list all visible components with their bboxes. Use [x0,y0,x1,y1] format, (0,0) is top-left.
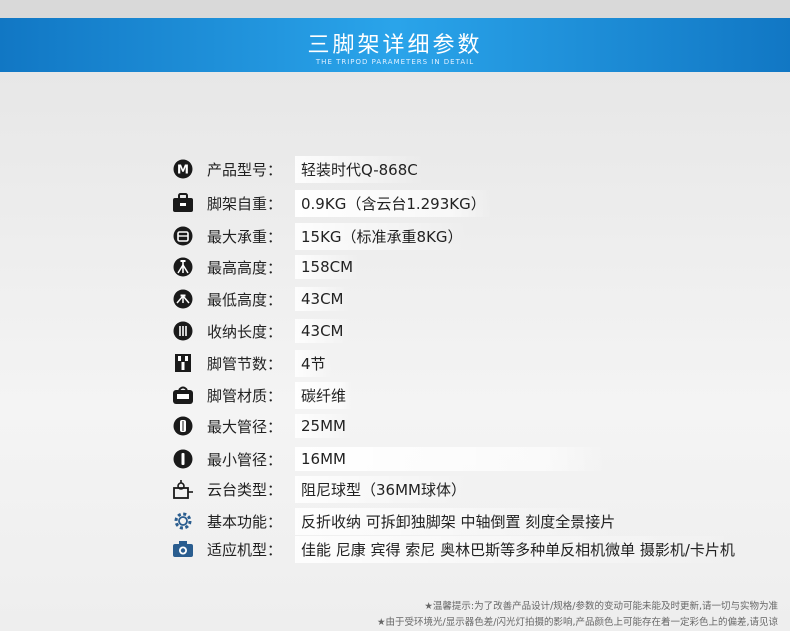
spec-value: 轻装时代Q-868C [295,155,424,183]
weight-icon [172,225,194,247]
spec-value: 15KG（标准承重8KG） [295,222,469,250]
svg-text:M: M [177,163,189,177]
spec-label: 最小管径： [207,450,283,469]
spec-value: 158CM [295,255,360,279]
m-badge-icon: M [172,158,194,180]
spec-row-max-diameter: 最大管径： 25MM [172,413,352,439]
spec-row-sections: 脚管节数： 4节 [172,349,332,377]
ballhead-icon [172,478,194,500]
spec-row-material: 脚管材质： 碳纤维 [172,381,353,409]
spec-label: 产品型号： [207,160,283,179]
spec-label: 脚管材质： [207,386,283,405]
spec-value: 16MM [295,447,606,471]
tube-large-icon [172,415,194,437]
page-subtitle: THE TRIPOD PARAMETERS IN DETAIL [315,58,475,66]
spec-row-folded-length: 收纳长度： 43CM [172,318,350,344]
spec-label: 脚管节数： [207,354,283,373]
spec-value: 25MM [295,414,352,438]
spec-value: 43CM [295,287,350,311]
tripod-low-icon [172,288,194,310]
spec-value: 碳纤维 [295,381,353,409]
footnote: ★由于受环境光/显示器色差/闪光灯拍摄的影响,产品颜色上可能存在着一定彩色上的偏… [377,617,778,628]
tube-small-icon [172,448,194,470]
spec-value: 43CM [295,319,350,343]
spec-value: 4节 [295,349,332,377]
header-banner: 三脚架详细参数 THE TRIPOD PARAMETERS IN DETAIL [0,0,790,72]
spec-value: 阻尼球型（36MM球体） [295,475,472,503]
page-title: 三脚架详细参数 [307,33,483,58]
spec-label: 最大承重： [207,227,283,246]
camera-icon [172,538,194,560]
spec-row-weight: 脚架自重： 0.9KG（含云台1.293KG） [172,189,492,217]
spec-row-functions: 基本功能： 反折收纳 可拆卸独脚架 中轴倒置 刻度全景接片 [172,507,622,535]
spec-label: 脚架自重： [207,194,283,213]
spec-label: 适应机型： [207,540,283,559]
footnote: ★温馨提示:为了改善产品设计/规格/参数的变动可能未能及时更新,请一切与实物为准 [424,601,778,612]
gear-icon [172,510,194,532]
spec-label: 云台类型： [207,480,283,499]
tripod-folded-icon [172,320,194,342]
tube-sections-icon [172,352,194,374]
spec-label: 最大管径： [207,417,283,436]
spec-row-max-height: 最高高度： 158CM [172,254,360,280]
spec-row-compatible: 适应机型： 佳能 尼康 宾得 索尼 奥林巴斯等多种单反相机微单 摄影机/卡片机 [172,535,741,563]
tripod-tall-icon [172,256,194,278]
spec-row-load: 最大承重： 15KG（标准承重8KG） [172,222,469,250]
material-icon [172,384,194,406]
spec-label: 收纳长度： [207,322,283,341]
spec-label: 基本功能： [207,512,283,531]
spec-label: 最高高度： [207,258,283,277]
spec-label: 最低高度： [207,290,283,309]
spec-row-min-height: 最低高度： 43CM [172,286,350,312]
bag-icon [172,192,194,214]
spec-value: 0.9KG（含云台1.293KG） [295,189,492,217]
spec-row-head-type: 云台类型： 阻尼球型（36MM球体） [172,475,472,503]
spec-row-min-diameter: 最小管径： 16MM [172,446,606,472]
spec-value: 反折收纳 可拆卸独脚架 中轴倒置 刻度全景接片 [295,507,622,535]
spec-row-model: M 产品型号： 轻装时代Q-868C [172,155,424,183]
spec-value: 佳能 尼康 宾得 索尼 奥林巴斯等多种单反相机微单 摄影机/卡片机 [295,535,741,563]
